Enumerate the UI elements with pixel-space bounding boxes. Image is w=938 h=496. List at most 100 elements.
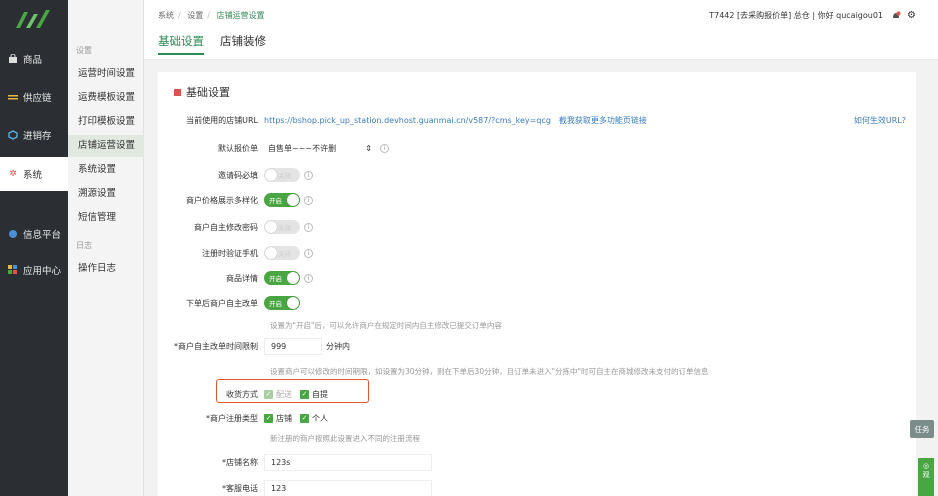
time-limit-input[interactable]: 999 [264,337,322,355]
sidebar-item-label: 信息平台 [23,230,62,241]
submenu-item-traceability[interactable]: 溯源设置 [68,183,144,205]
invite-code-row: 邀请码必填 关闭 i [158,165,916,185]
tab-bar: 基础设置 店铺装修 [158,33,282,55]
sidebar-item-label: 进销存 [23,131,52,142]
section-title: 基础设置 [174,84,230,100]
list-icon [7,91,19,103]
sidebar-item-info-platform[interactable]: 信息平台 [0,217,68,251]
submenu-item-store-operation[interactable]: 店铺运营设置 [68,135,144,157]
apps-grid-icon [7,264,19,276]
self-password-row: 商户自主修改密码 关闭 i [158,217,916,237]
phone-verify-toggle[interactable]: 关闭 [264,246,300,260]
store-url-label: 当前使用的店铺URL [186,115,258,125]
price-diverse-toggle[interactable]: 开启 [264,193,300,207]
breadcrumb: 系统 / 设置 / 店铺运营设置 [158,11,265,20]
submenu-item-print-template[interactable]: 打印模板设置 [68,111,144,133]
self-modify-toggle[interactable]: 开启 [264,296,300,310]
tab-basic-settings[interactable]: 基础设置 [158,33,204,55]
store-name-input[interactable]: 123s [264,453,432,471]
checkmark-icon: ✓ [300,413,309,423]
default-price-label: 默认报价单 [218,143,258,153]
sidebar-item-inventory[interactable]: 进销存 [0,118,68,152]
select-arrows-icon: ⇕ [365,143,372,153]
user-info-text[interactable]: T7442 [去采购报价单] 总仓 | 你好 qucaigou01 [709,10,883,21]
product-detail-toggle[interactable]: 开启 [264,271,300,285]
store-name-row: *店铺名称 123s [158,452,916,472]
breadcrumb-current: 店铺运营设置 [216,11,265,20]
phone-verify-row: 注册时验证手机 关闭 i [158,243,916,263]
globe-icon [7,228,19,240]
price-diverse-row: 商户价格展示多样化 开启 i [158,190,916,210]
submenu-item-sms[interactable]: 短信管理 [68,207,144,229]
task-float-button[interactable]: 任务 [910,420,934,438]
side-float-button[interactable]: ◎ 观 [918,458,934,496]
store-url-link[interactable]: https://bshop.pick_up_station.devhost.gu… [264,116,551,125]
service-phone-label: *客服电话 [222,483,258,493]
info-icon[interactable]: i [380,143,389,153]
sidebar-item-supply-chain[interactable]: 供应链 [0,80,68,114]
default-price-row: 默认报价单 自售单~~~不许删 ⇕ i [158,138,916,158]
settings-gear-icon[interactable]: ⚙ [907,10,916,21]
product-detail-row: 商品详情 开启 i [158,268,916,288]
price-diverse-label: 商户价格展示多样化 [186,195,258,205]
register-type-label: *商户注册类型 [206,413,258,423]
invite-code-label: 邀请码必填 [218,170,258,180]
breadcrumb-item[interactable]: 设置 [187,11,203,20]
more-links-link[interactable]: 截我获取更多功能页链接 [559,115,647,126]
invite-code-toggle[interactable]: 关闭 [264,168,300,182]
submenu-item-operating-time[interactable]: 运营时间设置 [68,63,144,85]
user-bar: T7442 [去采购报价单] 总仓 | 你好 qucaigou01 ⚙ [709,10,916,21]
sidebar-item-label: 系统 [23,170,43,181]
checkmark-icon: ✓ [264,413,273,423]
info-icon[interactable]: i [304,195,313,205]
sidebar-item-label: 应用中心 [23,266,62,277]
tab-store-decoration[interactable]: 店铺装修 [220,33,266,55]
submenu-item-shipping-template[interactable]: 运费模板设置 [68,87,144,109]
register-store-checkbox[interactable]: ✓ 店铺 [264,413,292,424]
section-marker-icon [174,88,181,96]
how-url-link[interactable]: 如何生效URL? [854,115,906,126]
receive-method-highlight [216,379,369,403]
register-type-hint: 新注册的商户按照此设置进入不同的注册流程 [270,434,420,443]
info-icon[interactable]: i [304,170,313,180]
info-icon[interactable]: i [304,273,313,283]
phone-verify-label: 注册时验证手机 [202,248,258,258]
time-limit-row: *商户自主改单时间限制 999 分钟内 [158,336,916,356]
time-limit-unit: 分钟内 [326,341,350,351]
register-type-row: *商户注册类型 ✓ 店铺 ✓ 个人 [158,408,916,428]
service-phone-input[interactable]: 123 [264,479,432,496]
inventory-icon [7,129,19,141]
time-limit-hint: 设置商户可以修改的时间期限，如设置为30分钟，则在下单后30分钟，且订单未进入"… [270,367,709,376]
submenu-item-operation-log[interactable]: 操作日志 [68,258,144,280]
dot-icon: ◎ [922,462,930,470]
sidebar-item-label: 商品 [23,55,43,66]
time-limit-label: *商户自主改单时间限制 [174,341,258,351]
breadcrumb-item[interactable]: 系统 [158,11,174,20]
self-modify-hint: 设置为"开启"后，可以允许商户在规定时间内自主修改已提交订单内容 [270,321,502,330]
self-modify-row: 下单后商户自主改单 开启 [158,293,916,313]
info-icon[interactable]: i [304,248,313,258]
sidebar-item-products[interactable]: 商品 [0,42,68,76]
gear-icon: ✲ [9,169,17,179]
main-sidebar: 商品 供应链 进销存 ✲ 系统 信息平台 应用中心 [0,0,68,496]
submenu-group-log: 日志 [76,241,92,250]
default-price-select[interactable]: 自售单~~~不许删 ⇕ [264,141,376,156]
info-icon[interactable]: i [304,222,313,232]
service-phone-row: *客服电话 123 [158,478,916,496]
secondary-menu: 设置 运营时间设置 运费模板设置 打印模板设置 店铺运营设置 系统设置 溯源设置… [68,0,144,496]
self-password-label: 商户自主修改密码 [194,222,258,232]
shopping-bag-icon [7,53,19,65]
register-personal-checkbox[interactable]: ✓ 个人 [300,413,328,424]
self-modify-label: 下单后商户自主改单 [186,298,258,308]
sidebar-item-system[interactable]: ✲ 系统 [0,157,68,191]
self-password-toggle[interactable]: 关闭 [264,220,300,234]
store-name-label: *店铺名称 [222,457,258,467]
submenu-group-settings: 设置 [76,46,92,55]
sidebar-item-label: 供应链 [23,93,52,104]
store-url-row: 当前使用的店铺URL https://bshop.pick_up_station… [158,110,916,130]
sidebar-item-app-center[interactable]: 应用中心 [0,253,68,287]
submenu-item-system-settings[interactable]: 系统设置 [68,159,144,181]
brand-logo [16,10,50,28]
top-header: 系统 / 设置 / 店铺运营设置 基础设置 店铺装修 T7442 [去采购报价单] … [144,0,938,60]
notification-bell-icon[interactable] [891,11,901,21]
